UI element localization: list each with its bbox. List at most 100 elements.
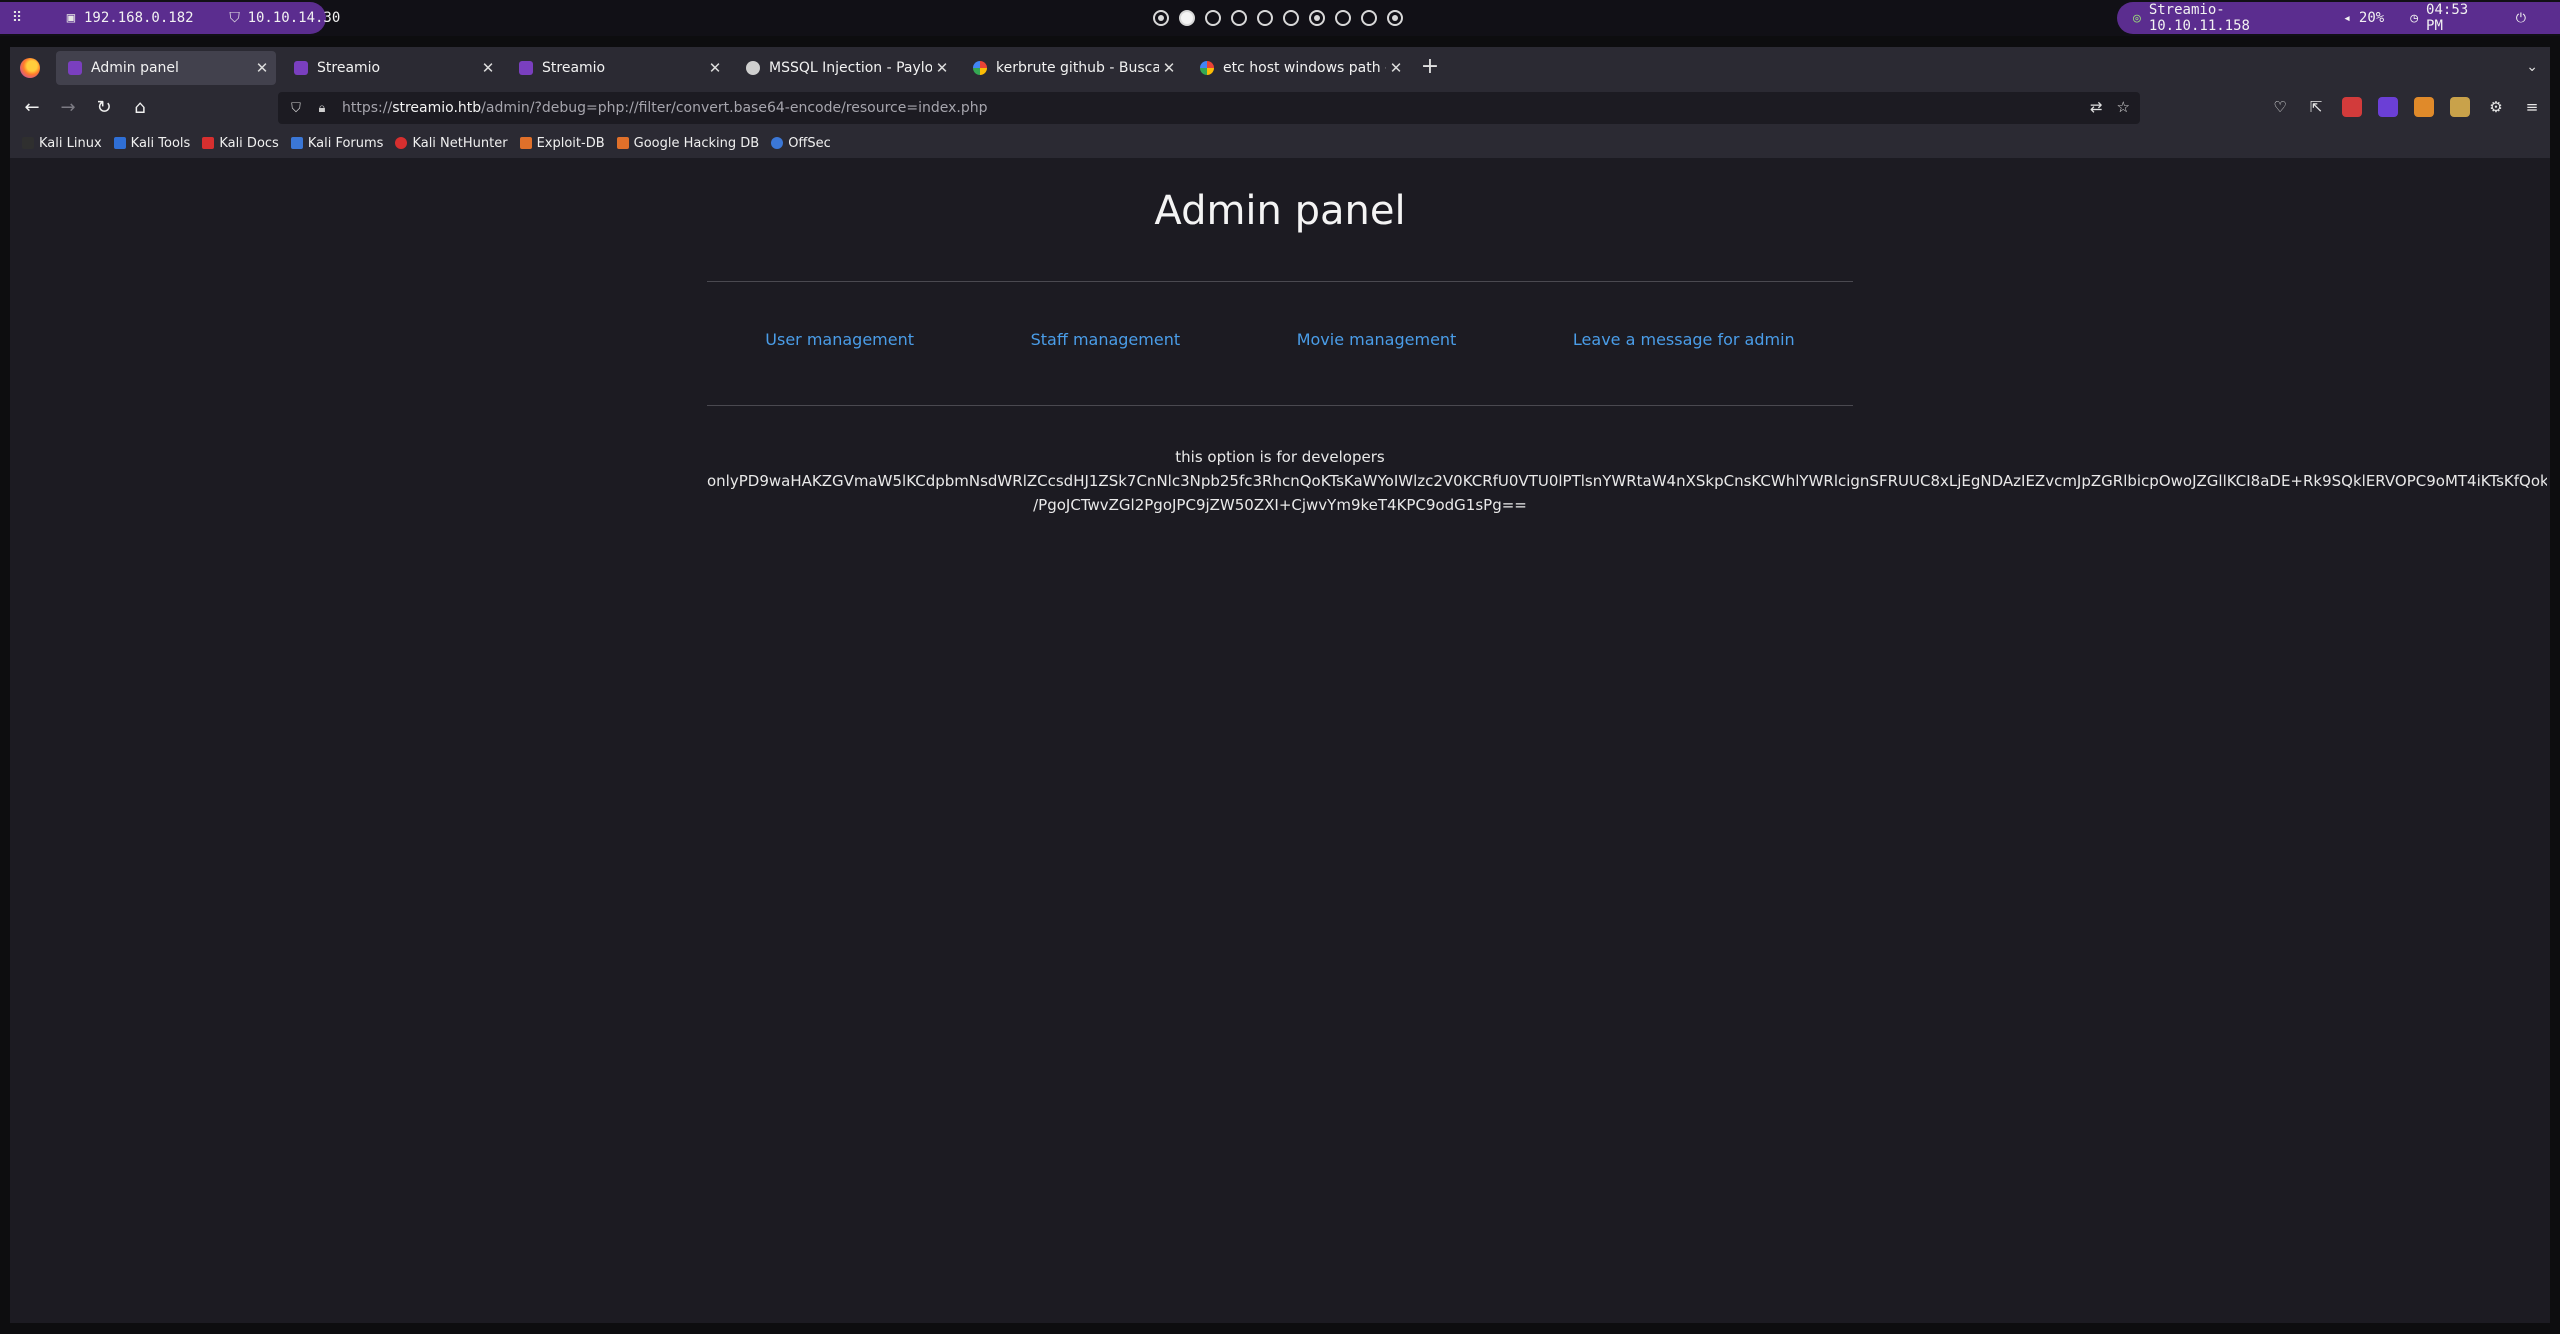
workspace-7[interactable]: [1309, 10, 1325, 26]
tab-mssql-injection[interactable]: MSSQL Injection - Payloads ✕: [734, 51, 956, 85]
url-path: /admin/?debug=php://filter/convert.base6…: [481, 100, 988, 116]
new-tab-button[interactable]: +: [1418, 56, 1442, 78]
close-icon[interactable]: ✕: [932, 59, 952, 77]
toolbar-actions: ♡ ⇱ ⚙ ≡: [2270, 97, 2542, 117]
skull-icon: [746, 61, 760, 75]
workspace-switcher: [1153, 10, 1403, 26]
close-icon[interactable]: ✕: [252, 59, 272, 77]
tab-label: MSSQL Injection - Payloads: [769, 60, 932, 76]
staff-management-link[interactable]: Staff management: [1031, 330, 1181, 349]
bookmark-google-hacking-db[interactable]: Google Hacking DB: [616, 135, 760, 151]
workspace-10[interactable]: [1387, 10, 1403, 26]
url-host: streamio.htb: [392, 100, 482, 116]
vpn-ip-indicator[interactable]: ⛉ 10.10.14.30: [228, 10, 341, 26]
power-button[interactable]: ⏻: [2516, 11, 2534, 26]
tab-kerbrute-search[interactable]: kerbrute github - Buscar con Google ✕: [961, 51, 1183, 85]
wappalyzer-icon[interactable]: [2378, 97, 2398, 117]
vpn-ip-text: 10.10.14.30: [247, 10, 341, 26]
message-admin-link[interactable]: Leave a message for admin: [1573, 330, 1795, 349]
tab-streamio-2[interactable]: Streamio ✕: [507, 51, 729, 85]
clock[interactable]: ◷ 04:53 PM: [2410, 2, 2489, 34]
close-icon[interactable]: ✕: [1159, 59, 1179, 77]
tracking-protection-icon[interactable]: ⛉: [288, 101, 304, 116]
clock-icon: ◷: [2410, 10, 2419, 26]
streamio-icon: [294, 61, 308, 75]
google-icon: [1200, 61, 1214, 75]
movie-management-link[interactable]: Movie management: [1297, 330, 1457, 349]
bookmark-label: OffSec: [788, 135, 831, 151]
cookie-editor-icon[interactable]: [2414, 97, 2434, 117]
base64-output-tail: /PgoJCTwvZGl2PgoJPC9jZW50ZXI+CjwvYm9keT4…: [1033, 496, 1527, 514]
power-icon: ⏻: [2515, 10, 2526, 26]
speaker-icon: ◂: [2343, 10, 2351, 26]
system-bar-right: ◎ Streamio-10.10.11.158 ◂ 20% ◷ 04:53 PM…: [2117, 2, 2560, 34]
streamio-icon: [519, 61, 533, 75]
url-scheme: https://: [342, 100, 393, 116]
extensions-icon[interactable]: ⇱: [2306, 97, 2326, 117]
hack-tools-icon[interactable]: [2450, 97, 2470, 117]
forward-button[interactable]: →: [56, 96, 80, 120]
workspace-2[interactable]: [1179, 10, 1195, 26]
divider-top: [707, 281, 1853, 282]
hamburger-menu-icon[interactable]: ≡: [2522, 97, 2542, 117]
bookmark-label: Google Hacking DB: [633, 135, 760, 151]
exploit-db-icon: [519, 137, 532, 149]
tab-streamio-1[interactable]: Streamio ✕: [282, 51, 502, 85]
target-indicator[interactable]: ◎ Streamio-10.10.11.158: [2133, 2, 2317, 34]
url-bar[interactable]: ⛉ 🔒︎ https://streamio.htb/admin/?debug=p…: [278, 92, 2140, 124]
tab-label: Admin panel: [91, 60, 179, 76]
translate-icon[interactable]: ⇄: [2090, 98, 2103, 116]
user-management-link[interactable]: User management: [765, 330, 914, 349]
lock-icon[interactable]: 🔒︎: [314, 101, 330, 116]
workspace-3[interactable]: [1205, 10, 1221, 26]
base64-output-line: onlyPD9waHAKZGVmaW5lKCdpbmNsdWRlZCcsdHJ1…: [707, 472, 2547, 490]
bookmark-kali-tools[interactable]: Kali Tools: [113, 135, 191, 151]
target-text: Streamio-10.10.11.158: [2148, 2, 2250, 34]
apps-menu[interactable]: ⠿: [10, 10, 30, 26]
kali-docs-icon: [202, 137, 215, 149]
system-bar: ⠿ ▣ 192.168.0.182 ⛉ 10.10.14.30 ◎ Stream…: [0, 0, 2560, 36]
pocket-icon[interactable]: ♡: [2270, 97, 2290, 117]
workspace-1[interactable]: [1153, 10, 1169, 26]
workspace-8[interactable]: [1335, 10, 1351, 26]
bookmark-label: Kali Forums: [307, 135, 384, 151]
bookmark-label: Kali NetHunter: [412, 135, 508, 151]
home-button[interactable]: ⌂: [128, 96, 152, 120]
close-icon[interactable]: ✕: [478, 59, 498, 77]
close-icon[interactable]: ✕: [1386, 59, 1406, 77]
navigation-toolbar: ← → ↻ ⌂ ⛉ 🔒︎ https://streamio.htb/admin/…: [10, 88, 2550, 128]
offsec-icon: [771, 137, 784, 149]
workspace-4[interactable]: [1231, 10, 1247, 26]
foxyproxy-icon[interactable]: [2342, 97, 2362, 117]
ghdb-icon: [616, 137, 629, 149]
volume-indicator[interactable]: ◂ 20%: [2343, 10, 2384, 26]
bookmark-star-icon[interactable]: ☆: [2117, 98, 2130, 116]
tab-etc-host-search[interactable]: etc host windows path - Buscar con Googl…: [1188, 51, 1410, 85]
local-ip-indicator[interactable]: ▣ 192.168.0.182: [64, 10, 194, 26]
workspace-6[interactable]: [1283, 10, 1299, 26]
back-button[interactable]: ←: [20, 96, 44, 120]
list-all-tabs-button[interactable]: ⌄: [2526, 59, 2538, 75]
close-icon[interactable]: ✕: [705, 59, 725, 77]
url-text[interactable]: https://streamio.htb/admin/?debug=php://…: [342, 100, 987, 116]
kali-forums-icon: [290, 137, 303, 149]
bookmark-kali-docs[interactable]: Kali Docs: [202, 136, 279, 151]
divider-bottom: [707, 405, 1853, 406]
settings-icon[interactable]: ⚙: [2486, 97, 2506, 117]
bookmark-kali-nethunter[interactable]: Kali NetHunter: [395, 135, 508, 151]
reload-button[interactable]: ↻: [92, 96, 116, 120]
bookmark-label: Kali Tools: [130, 135, 191, 151]
bookmarks-toolbar: Kali Linux Kali Tools Kali Docs Kali For…: [10, 128, 2550, 158]
firefox-icon[interactable]: [20, 58, 40, 78]
workspace-9[interactable]: [1361, 10, 1377, 26]
bookmark-kali-forums[interactable]: Kali Forums: [290, 135, 384, 151]
cookie-editor-badge: [2414, 97, 2434, 117]
url-bar-actions: ⇄ ☆: [2090, 98, 2130, 116]
bookmark-offsec[interactable]: OffSec: [771, 136, 831, 151]
bookmark-kali-linux[interactable]: Kali Linux: [22, 136, 102, 151]
bookmark-exploit-db[interactable]: Exploit-DB: [519, 136, 605, 151]
nethunter-icon: [395, 137, 408, 149]
tab-label: Streamio: [542, 60, 606, 76]
tab-admin-panel[interactable]: Admin panel ✕: [56, 51, 276, 85]
workspace-5[interactable]: [1257, 10, 1273, 26]
